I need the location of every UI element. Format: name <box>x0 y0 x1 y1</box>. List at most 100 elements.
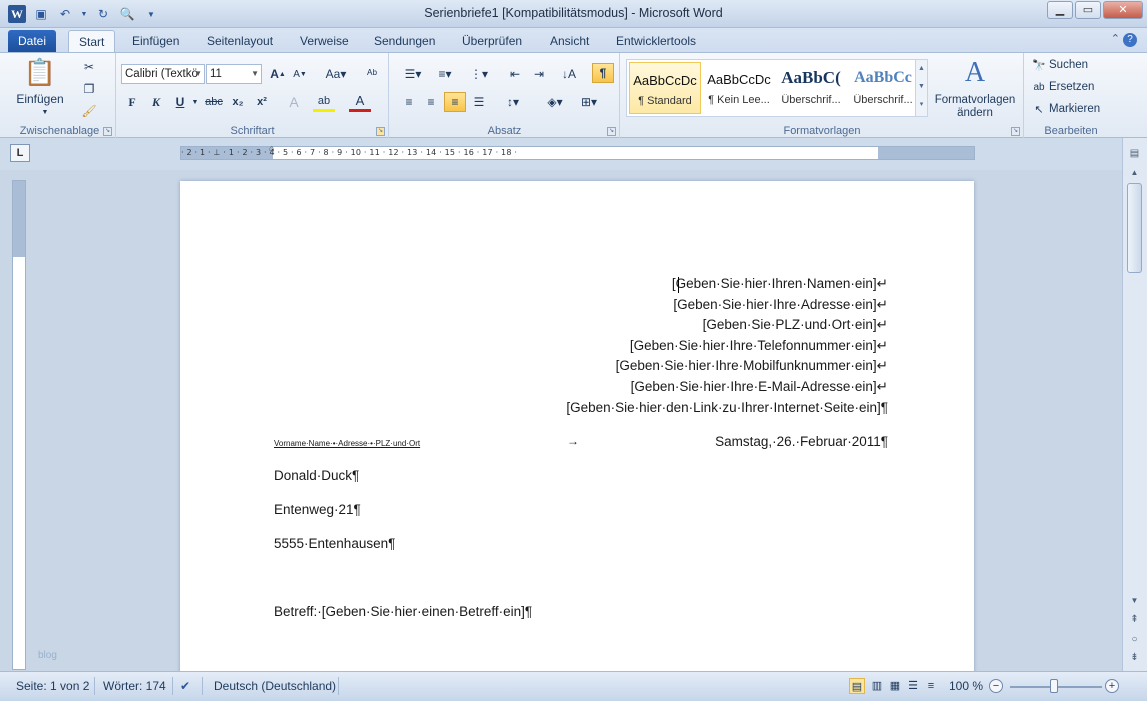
justify-icon[interactable]: ☰ <box>468 92 490 112</box>
cut-icon[interactable]: ✂ <box>78 57 100 77</box>
font-family-dropdown[interactable]: Calibri (Textkö ▼ <box>121 64 205 84</box>
change-case-icon[interactable]: Aa▾ <box>321 64 351 84</box>
vertical-ruler[interactable] <box>12 180 26 670</box>
paste-dropdown-icon[interactable]: ▼ <box>40 107 50 117</box>
paragraph-launcher-icon[interactable]: ↘ <box>607 127 616 136</box>
paste-icon[interactable]: 📋 <box>18 57 62 87</box>
multilevel-list-icon[interactable]: ⋮▾ <box>464 64 494 84</box>
help-icon[interactable]: ? <box>1123 33 1137 47</box>
zoom-in-button[interactable]: + <box>1105 679 1119 693</box>
copy-icon[interactable]: ❐ <box>78 79 100 99</box>
line-spacing-icon[interactable]: ↕▾ <box>498 92 528 112</box>
subscript-button[interactable]: x₂ <box>227 92 249 112</box>
document-page[interactable]: [Geben·Sie·hier·Ihren·Namen·ein]↵ [Geben… <box>180 181 974 671</box>
select-cursor-icon: ↖ <box>1034 103 1044 116</box>
styles-launcher-icon[interactable]: ↘ <box>1011 127 1020 136</box>
tab-verweise[interactable]: Verweise <box>290 30 359 52</box>
superscript-button[interactable]: x² <box>251 92 273 112</box>
style-kein-leerraum[interactable]: AaBbCcDc ¶ Kein Lee... <box>703 62 775 114</box>
align-right-icon[interactable]: ≡ <box>444 92 466 112</box>
change-styles-icon[interactable]: A <box>955 57 995 89</box>
ribbon-tabs: Datei Start Einfügen Seitenlayout Verwei… <box>0 28 1147 52</box>
change-styles-button-line2[interactable]: ändern <box>930 106 1020 120</box>
sender-line-2: [Geben·Sie·hier·Ihre·Adresse·ein]↵ <box>673 297 888 312</box>
scroll-thumb[interactable] <box>1127 183 1142 273</box>
web-layout-icon[interactable]: ▦ <box>887 678 903 694</box>
maximize-button[interactable]: ▭ <box>1075 1 1101 19</box>
clear-formatting-icon[interactable]: ᴬᵇ <box>361 64 383 84</box>
tab-entwicklertools[interactable]: Entwicklertools <box>606 30 706 52</box>
style-heading-2[interactable]: AaBbCc Überschrif... <box>847 62 919 114</box>
shrink-font-icon[interactable]: A ▼ <box>289 64 311 84</box>
strikethrough-button[interactable]: abc <box>203 92 225 112</box>
align-left-icon[interactable]: ≡ <box>398 92 420 112</box>
status-separator <box>172 677 173 695</box>
grow-font-icon[interactable]: A ▲ <box>267 64 289 84</box>
scroll-up-icon[interactable]: ▲ <box>1126 168 1143 182</box>
style-heading-1[interactable]: AaBbC( Überschrif... <box>775 62 847 114</box>
page-counter[interactable]: Seite: 1 von 2 <box>16 679 89 693</box>
borders-icon[interactable]: ⊞▾ <box>574 92 604 112</box>
status-separator <box>94 677 95 695</box>
font-size-dropdown[interactable]: 11 ▼ <box>206 64 262 84</box>
style-sample: AaBbCc <box>854 69 912 86</box>
print-layout-icon[interactable]: ▤ <box>849 678 865 694</box>
outline-icon[interactable]: ☰ <box>905 678 921 694</box>
increase-indent-icon[interactable]: ⇥ <box>528 64 550 84</box>
ribbon-minimize-icon[interactable]: ⌃ ? <box>1111 32 1137 47</box>
tab-ueberpruefen[interactable]: Überprüfen <box>452 30 532 52</box>
format-painter-icon[interactable]: 🖌 <box>78 101 100 121</box>
language-indicator[interactable]: Deutsch (Deutschland) <box>214 679 336 693</box>
styles-gallery: AaBbCcDc ¶ Standard AaBbCcDc ¶ Kein Lee.… <box>626 59 928 117</box>
tab-selector-icon[interactable]: L <box>10 144 30 162</box>
font-launcher-icon[interactable]: ↘ <box>376 127 385 136</box>
replace-button[interactable]: Ersetzen <box>1049 79 1094 95</box>
vertical-scrollbar[interactable]: ▤ ▲ ▼ ⇞ ○ ⇟ <box>1122 138 1147 671</box>
underline-dropdown-icon[interactable]: ▼ <box>191 97 199 107</box>
bold-button[interactable]: F <box>121 92 143 112</box>
styles-scroll-icon[interactable]: ▲ ▼ ▾ <box>915 60 927 116</box>
tab-ansicht[interactable]: Ansicht <box>540 30 599 52</box>
horizontal-ruler[interactable]: · 2 · 1 · ⊥ · 1 · 2 · 3 · 4 · 5 · 6 · 7 … <box>180 143 975 160</box>
window-title: Serienbriefe1 [Kompatibilitätsmodus] - M… <box>424 6 723 20</box>
shading-icon[interactable]: ◈▾ <box>540 92 570 112</box>
decrease-indent-icon[interactable]: ⇤ <box>504 64 526 84</box>
indent-marker-icon[interactable]: ⌂ <box>269 143 274 153</box>
find-button[interactable]: Suchen <box>1049 57 1088 73</box>
numbering-icon[interactable]: ≡▾ <box>430 64 460 84</box>
zoom-level[interactable]: 100 % <box>949 679 983 693</box>
show-formatting-marks-button[interactable]: ¶ <box>592 63 614 83</box>
full-screen-reading-icon[interactable]: ▥ <box>869 678 885 694</box>
close-button[interactable]: ✕ <box>1103 1 1143 19</box>
zoom-out-button[interactable]: − <box>989 679 1003 693</box>
tab-einfuegen[interactable]: Einfügen <box>122 30 189 52</box>
sort-icon[interactable]: ↓A <box>558 64 580 84</box>
word-counter[interactable]: Wörter: 174 <box>103 679 166 693</box>
scroll-down-icon[interactable]: ▼ <box>1126 596 1143 610</box>
select-button[interactable]: Markieren <box>1049 101 1100 117</box>
text-effects-icon[interactable]: A <box>283 92 305 112</box>
zoom-slider-thumb[interactable] <box>1050 679 1058 693</box>
browse-object-icon[interactable]: ○ <box>1127 634 1142 649</box>
minimize-button[interactable]: ▁ <box>1047 1 1073 19</box>
view-ruler-icon[interactable]: ▤ <box>1127 148 1142 163</box>
previous-page-icon[interactable]: ⇞ <box>1127 614 1142 629</box>
style-standard[interactable]: AaBbCcDc ¶ Standard <box>629 62 701 114</box>
bullets-icon[interactable]: ☰▾ <box>398 64 428 84</box>
tab-seitenlayout[interactable]: Seitenlayout <box>197 30 283 52</box>
highlight-icon[interactable]: ab <box>313 92 335 112</box>
underline-button[interactable]: U <box>169 92 191 112</box>
font-color-icon[interactable]: A <box>349 92 371 112</box>
tab-sendungen[interactable]: Sendungen <box>364 30 445 52</box>
tab-start[interactable]: Start <box>68 30 116 52</box>
clipboard-launcher-icon[interactable]: ↘ <box>103 127 112 136</box>
next-page-icon[interactable]: ⇟ <box>1127 652 1142 667</box>
align-center-icon[interactable]: ≡ <box>420 92 442 112</box>
tab-datei[interactable]: Datei <box>8 30 57 52</box>
proofing-icon[interactable]: ✔ <box>180 679 190 693</box>
italic-button[interactable]: K <box>145 92 167 112</box>
draft-icon[interactable]: ≡ <box>923 678 939 694</box>
ruler-ticks: · 2 · 1 · ⊥ · 1 · 2 · 3 · 4 · 5 · 6 · 7 … <box>181 148 518 157</box>
change-styles-button[interactable]: Formatvorlagen <box>930 93 1020 107</box>
paste-button[interactable]: Einfügen <box>12 91 68 107</box>
